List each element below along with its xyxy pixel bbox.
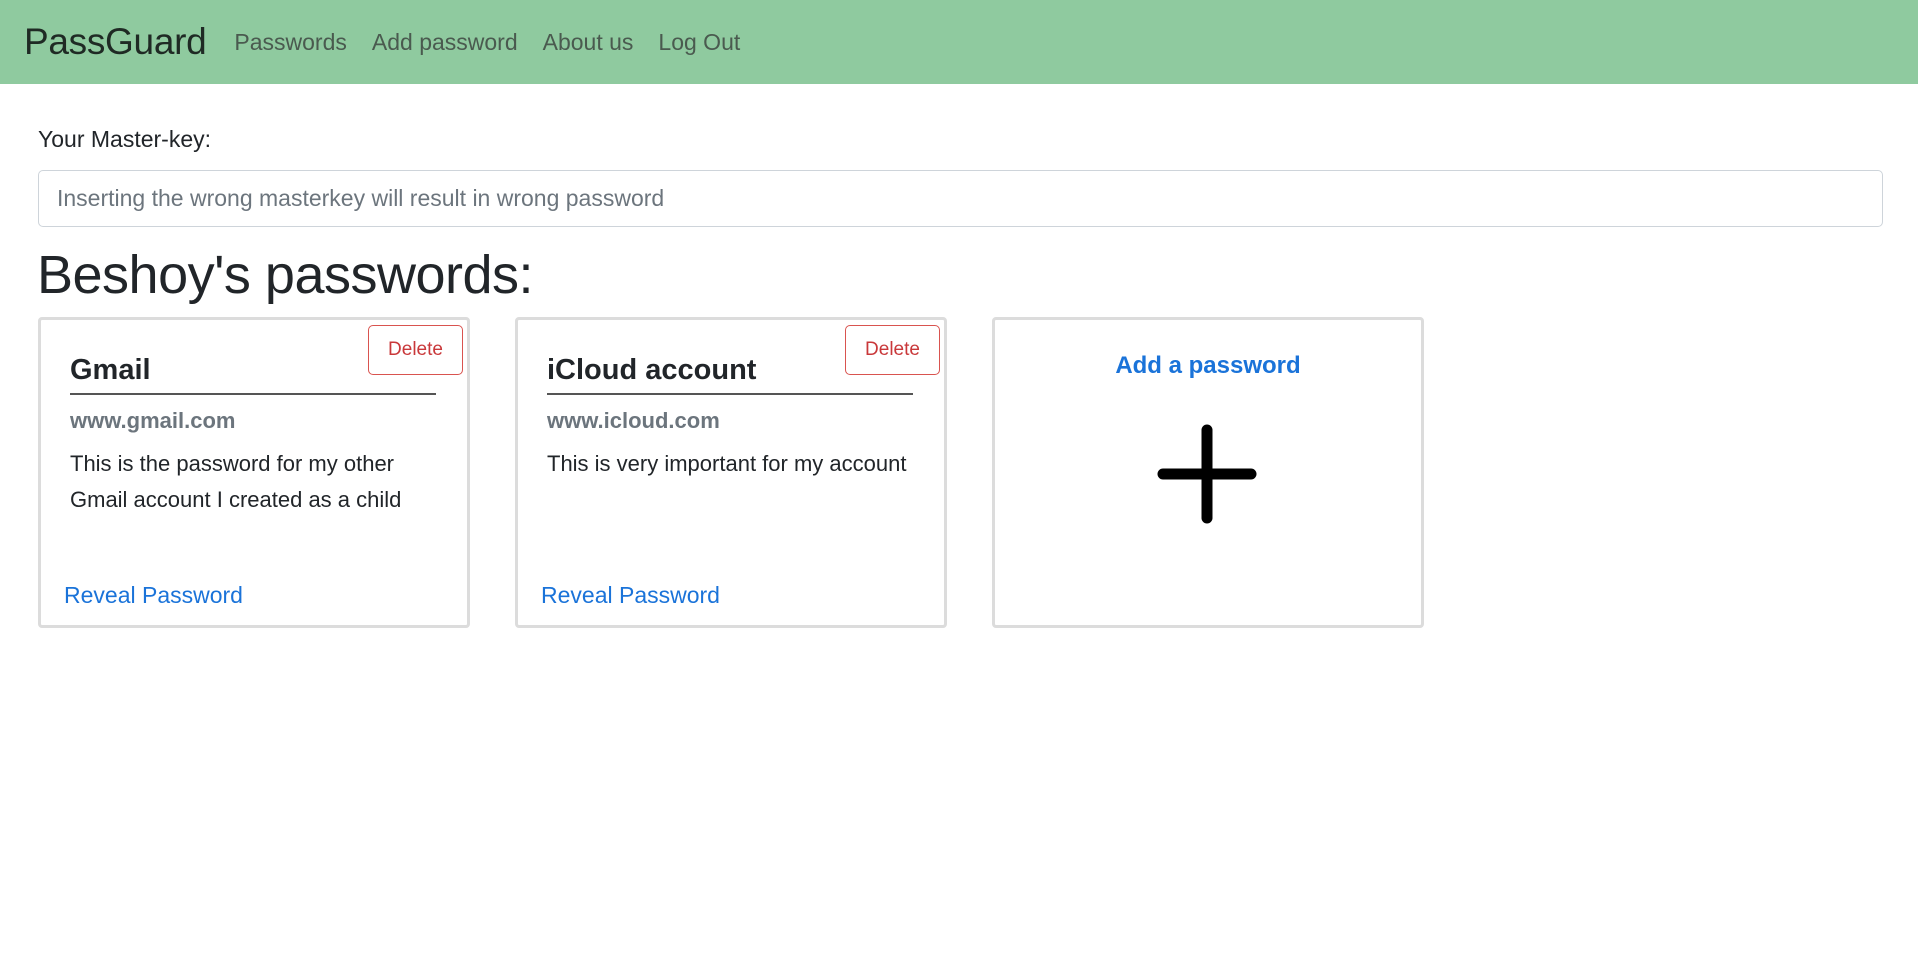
card-title: Gmail: [70, 354, 436, 395]
card-title: iCloud account: [547, 354, 913, 395]
nav-link-add-password[interactable]: Add password: [372, 29, 518, 56]
reveal-password-link[interactable]: Reveal Password: [541, 582, 720, 609]
nav-link-about-us[interactable]: About us: [543, 29, 634, 56]
card-url: www.gmail.com: [70, 408, 236, 433]
add-password-card[interactable]: Add a password: [992, 317, 1424, 628]
nav-link-log-out[interactable]: Log Out: [658, 29, 740, 56]
card-description: This is very important for my account: [547, 451, 907, 476]
card-url: www.icloud.com: [547, 408, 720, 433]
brand-logo[interactable]: PassGuard: [24, 21, 207, 63]
nav-link-passwords[interactable]: Passwords: [234, 29, 346, 56]
masterkey-label: Your Master-key:: [38, 126, 211, 152]
masterkey-input[interactable]: [38, 170, 1883, 227]
password-card-icloud: Delete iCloud account www.icloud.com Thi…: [515, 317, 947, 628]
add-password-link[interactable]: Add a password: [995, 352, 1421, 380]
plus-icon[interactable]: [1157, 424, 1257, 524]
navbar: PassGuard Passwords Add password About u…: [0, 0, 1918, 84]
reveal-password-link[interactable]: Reveal Password: [64, 582, 243, 609]
page-title: Beshoy's passwords:: [37, 245, 534, 305]
card-description: This is the password for my other Gmail …: [70, 451, 402, 512]
password-card-gmail: Delete Gmail www.gmail.com This is the p…: [38, 317, 470, 628]
